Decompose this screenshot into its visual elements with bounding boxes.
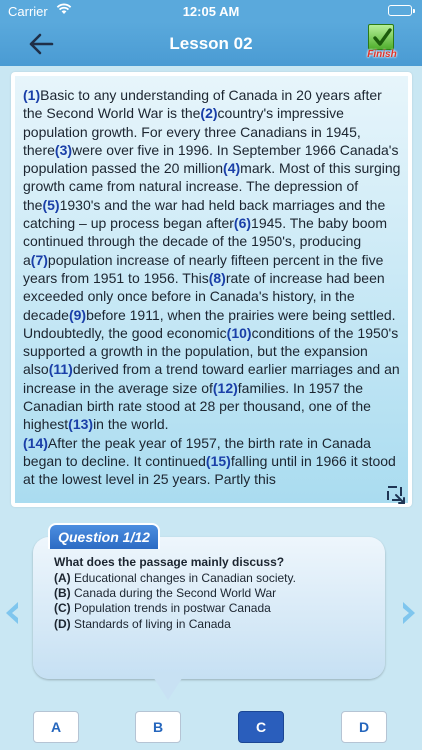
finish-label: Finish bbox=[367, 49, 397, 60]
blank-number[interactable]: (2) bbox=[200, 105, 217, 121]
next-question-button[interactable] bbox=[400, 600, 418, 626]
status-time: 12:05 AM bbox=[182, 4, 240, 19]
previous-question-button[interactable] bbox=[3, 600, 21, 626]
question-counter: Question 1/12 bbox=[48, 523, 160, 549]
passage-segment: in the world. bbox=[93, 416, 169, 433]
question-bubble-tail bbox=[150, 672, 186, 700]
choice-d[interactable]: (D) Standards of living in Canada bbox=[54, 617, 374, 632]
blank-number[interactable]: (10) bbox=[227, 325, 252, 341]
question-body: What does the passage mainly discuss? (A… bbox=[54, 555, 374, 632]
nav-bar: Lesson 02 Finish bbox=[0, 22, 422, 66]
question-prompt: What does the passage mainly discuss? bbox=[54, 555, 285, 569]
battery-icon bbox=[388, 5, 415, 16]
chevron-left-icon bbox=[6, 602, 18, 624]
expand-icon[interactable] bbox=[386, 485, 406, 505]
chevron-right-icon bbox=[403, 602, 415, 624]
finish-button[interactable]: Finish bbox=[364, 22, 400, 64]
passage-text: (1)Basic to any understanding of Canada … bbox=[23, 86, 402, 489]
answer-button-b[interactable]: B bbox=[135, 711, 181, 743]
answer-button-d[interactable]: D bbox=[341, 711, 387, 743]
lesson-title: Lesson 02 bbox=[169, 34, 253, 53]
reading-passage[interactable]: (1)Basic to any understanding of Canada … bbox=[11, 72, 412, 507]
answer-button-a[interactable]: A bbox=[33, 711, 79, 743]
status-bar: Carrier 12:05 AM bbox=[0, 0, 422, 22]
blank-number[interactable]: (15) bbox=[206, 453, 231, 469]
blank-number[interactable]: (4) bbox=[223, 160, 240, 176]
blank-number[interactable]: (11) bbox=[49, 361, 73, 377]
answer-buttons: A B C D bbox=[0, 711, 422, 745]
blank-number[interactable]: (1) bbox=[23, 87, 40, 103]
choice-c[interactable]: (C) Population trends in postwar Canada bbox=[54, 601, 374, 616]
blank-number[interactable]: (6) bbox=[234, 215, 251, 231]
choice-b[interactable]: (B) Canada during the Second World War bbox=[54, 586, 374, 601]
blank-number[interactable]: (12) bbox=[213, 380, 238, 396]
answer-button-c[interactable]: C bbox=[238, 711, 284, 743]
checkmark-icon bbox=[368, 24, 394, 50]
blank-number[interactable]: (8) bbox=[209, 270, 226, 286]
blank-number[interactable]: (9) bbox=[69, 307, 86, 323]
blank-number[interactable]: (7) bbox=[31, 252, 48, 268]
blank-number[interactable]: (3) bbox=[55, 142, 72, 158]
choice-a[interactable]: (A) Educational changes in Canadian soci… bbox=[54, 571, 374, 586]
blank-number[interactable]: (5) bbox=[42, 197, 59, 213]
blank-number[interactable]: (13) bbox=[68, 416, 93, 432]
blank-number[interactable]: (14) bbox=[23, 435, 48, 451]
